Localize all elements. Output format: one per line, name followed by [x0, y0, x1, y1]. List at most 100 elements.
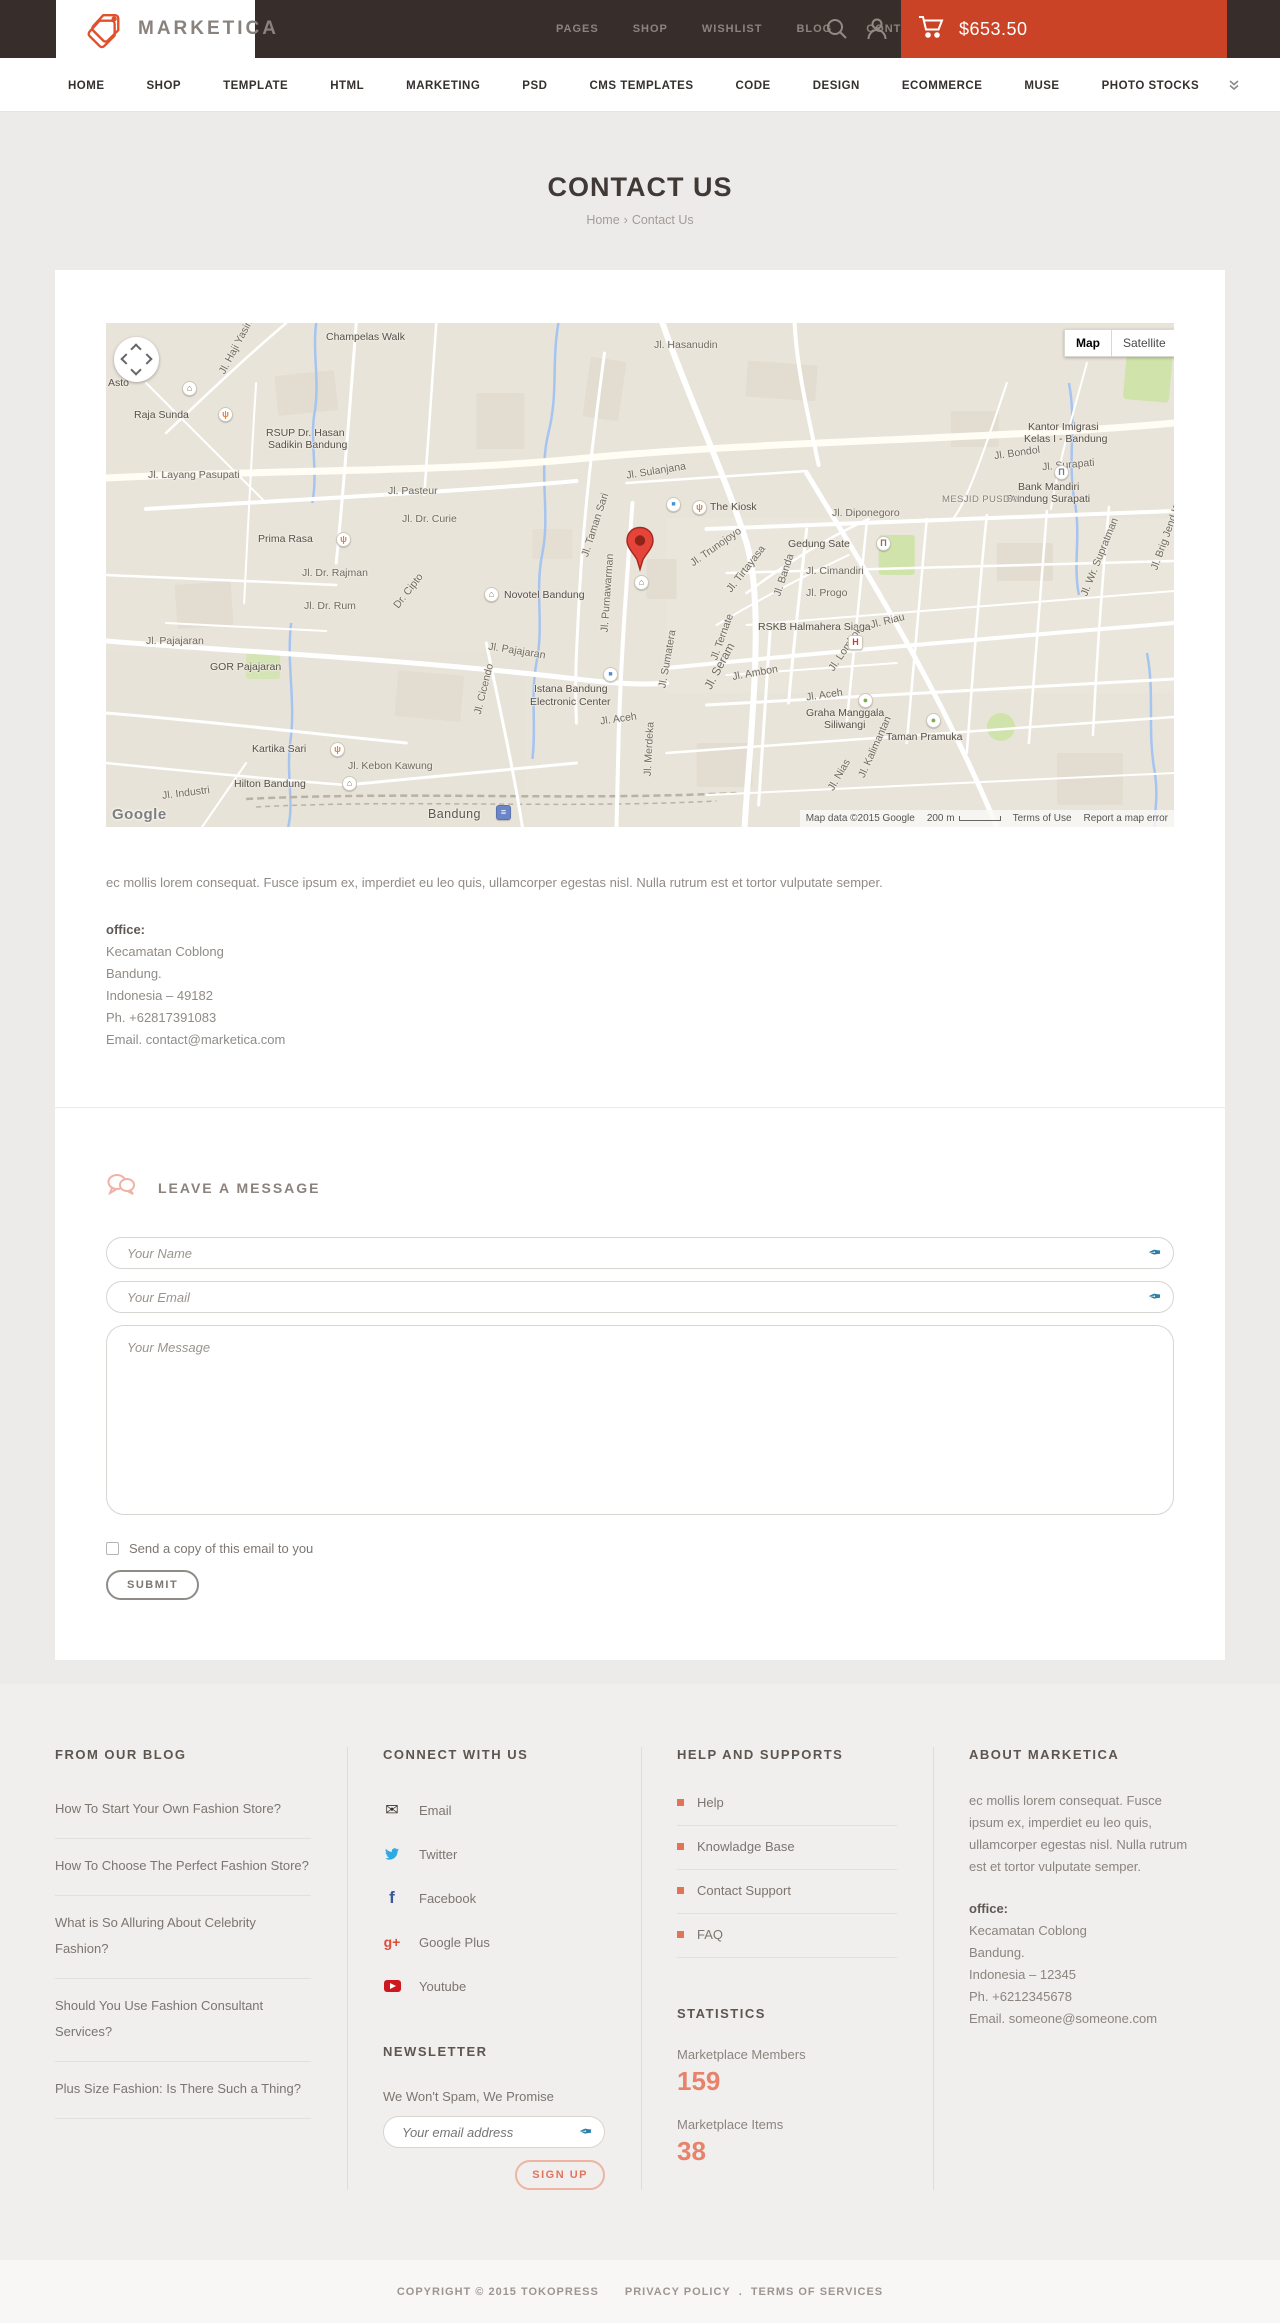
pan-up-arrow-icon[interactable] [130, 343, 142, 355]
social-link-email[interactable]: ✉ Email [383, 1788, 605, 1832]
logo[interactable]: MARKETICA [56, 0, 276, 58]
header-nav-wishlist[interactable]: WISHLIST [702, 23, 763, 35]
help-link[interactable]: Help [677, 1782, 897, 1826]
name-input[interactable] [107, 1238, 1173, 1268]
pan-right-arrow-icon[interactable] [141, 353, 153, 365]
map-label: Jl. Cimandiri [806, 565, 864, 577]
footer-blog-column: FROM OUR BLOG How To Start Your Own Fash… [55, 1747, 347, 2190]
category-nav-item[interactable]: TEMPLATE [223, 76, 288, 94]
square-bullet-icon [677, 1931, 684, 1938]
report-map-error-link[interactable]: Report a map error [1084, 813, 1168, 824]
office-line: Indonesia – 49182 [106, 988, 213, 1003]
about-text: ec mollis lorem consequat. Fusce ipsum e… [969, 1793, 1188, 1874]
blog-post-link[interactable]: What is So Alluring About Celebrity Fash… [55, 1896, 311, 1979]
category-nav-item[interactable]: PSD [522, 76, 547, 94]
header-nav-shop[interactable]: SHOP [633, 23, 668, 35]
map-view-button[interactable]: Map [1064, 329, 1112, 357]
cart-button[interactable]: $653.50 [901, 0, 1227, 58]
category-nav-item[interactable]: CODE [736, 76, 771, 94]
category-nav-item[interactable]: PHOTO STOCKS [1102, 76, 1200, 94]
social-link-googleplus[interactable]: g+ Google Plus [383, 1920, 605, 1964]
map-label: Gedung Sate [788, 538, 850, 550]
category-nav-item[interactable]: MUSE [1024, 76, 1059, 94]
link-separator: . [738, 2285, 743, 2298]
pan-down-arrow-icon[interactable] [130, 364, 142, 376]
pan-left-arrow-icon[interactable] [120, 353, 132, 365]
satellite-view-button[interactable]: Satellite [1112, 329, 1174, 357]
terms-of-services-link[interactable]: TERMS OF SERVICES [751, 2286, 883, 2298]
square-bullet-icon [677, 1843, 684, 1850]
footer-about-column: ABOUT MARKETICA ec mollis lorem consequa… [933, 1747, 1225, 2190]
category-nav-item[interactable]: ECOMMERCE [902, 76, 983, 94]
map-label: Kantor Imigrasi [1028, 421, 1099, 433]
help-link[interactable]: Contact Support [677, 1870, 897, 1914]
category-nav-item[interactable]: DESIGN [813, 76, 860, 94]
park-poi-icon: ● [926, 713, 941, 728]
restaurant-poi-icon: ψ [330, 742, 345, 757]
category-nav-item[interactable]: SHOP [147, 76, 182, 94]
chevron-double-down-icon[interactable] [1228, 79, 1240, 91]
map-label: Prima Rasa [258, 533, 313, 545]
map-label: Jl. Layang Pasupati [148, 469, 240, 481]
terms-of-use-link[interactable]: Terms of Use [1013, 813, 1072, 824]
google-logo: Google [112, 806, 167, 823]
map-label: Bandung [428, 807, 481, 821]
page-title: CONTACT US [547, 172, 733, 202]
social-link-youtube[interactable]: Youtube [383, 1964, 605, 2008]
map-label: Novotel Bandung [504, 589, 585, 601]
map-marker-pin[interactable] [625, 526, 655, 577]
privacy-policy-link[interactable]: PRIVACY POLICY [625, 2286, 731, 2298]
help-heading: HELP AND SUPPORTS [677, 1747, 844, 1762]
google-map[interactable]: Jl. Haji Yasin Champelas Walk Jl. Hasanudi… [106, 323, 1174, 827]
blog-post-link[interactable]: Should You Use Fashion Consultant Servic… [55, 1979, 311, 2062]
cart-icon [917, 14, 945, 45]
blog-post-link[interactable]: How To Start Your Own Fashion Store? [55, 1782, 311, 1839]
breadcrumb-current: Contact Us [631, 213, 694, 227]
about-office-block: office: Kecamatan Coblong Bandung. Indon… [969, 1898, 1189, 2030]
pen-icon: ✒ [1147, 1245, 1161, 1262]
newsletter-heading: NEWSLETTER [383, 2044, 488, 2059]
office-line: Kecamatan Coblong [106, 944, 224, 959]
category-nav-item[interactable]: MARKETING [406, 76, 480, 94]
office-line: Email. someone@someone.com [969, 2011, 1158, 2026]
square-bullet-icon [677, 1887, 684, 1894]
user-account-icon[interactable] [862, 14, 892, 44]
breadcrumb-home[interactable]: Home [586, 213, 619, 227]
category-nav-item[interactable]: HTML [330, 76, 364, 94]
map-pan-control[interactable] [114, 337, 159, 382]
social-link-twitter[interactable]: Twitter [383, 1832, 605, 1876]
map-data-credit: Map data ©2015 Google [805, 813, 915, 824]
contact-intro-text: ec mollis lorem consequat. Fusce ipsum e… [106, 875, 883, 890]
social-link-facebook[interactable]: f Facebook [383, 1876, 605, 1920]
office-line: Ph. +62817391083 [106, 1010, 217, 1025]
header-nav-pages[interactable]: PAGES [556, 23, 599, 35]
signup-button[interactable]: SIGN UP [515, 2160, 605, 2190]
footer-help-column: HELP AND SUPPORTS Help Knowladge Base Cont… [641, 1747, 933, 2190]
send-copy-checkbox[interactable] [106, 1542, 119, 1555]
map-label: Istana Bandung [534, 683, 608, 695]
office-address-block: office: Kecamatan Coblong Bandung. Indon… [106, 919, 1174, 1051]
pen-icon: ✒ [578, 2124, 592, 2141]
twitter-bird-icon [383, 1847, 401, 1861]
help-link[interactable]: FAQ [677, 1914, 897, 1958]
blog-post-link[interactable]: Plus Size Fashion: Is There Such a Thing… [55, 2062, 311, 2119]
search-icon[interactable] [822, 14, 852, 44]
map-label: Taman Pramuka [886, 731, 963, 743]
category-nav-item[interactable]: HOME [68, 76, 105, 94]
map-label: Hilton Bandung [234, 778, 306, 790]
map-type-control: Map Satellite [1064, 329, 1174, 357]
footer-connect-column: CONNECT WITH US ✉ Email Twitter f Facebo… [347, 1747, 641, 2190]
map-attribution: Map data ©2015 Google 200 m Terms of Use… [799, 810, 1174, 827]
map-label: Graha Manggala [806, 707, 885, 719]
help-link[interactable]: Knowladge Base [677, 1826, 897, 1870]
blog-post-link[interactable]: How To Choose The Perfect Fashion Store? [55, 1839, 311, 1896]
map-label: Jl. Pasteur [388, 485, 438, 497]
submit-button[interactable]: SUBMIT [106, 1570, 200, 1600]
map-label: Jl. Dr. Curie [402, 513, 457, 525]
message-textarea[interactable] [107, 1326, 1173, 1514]
category-nav-item[interactable]: CMS TEMPLATES [589, 76, 693, 94]
museum-poi-icon: Π [876, 536, 891, 551]
email-input[interactable] [107, 1282, 1173, 1312]
send-copy-label: Send a copy of this email to you [129, 1541, 314, 1556]
connect-heading: CONNECT WITH US [383, 1747, 529, 1762]
